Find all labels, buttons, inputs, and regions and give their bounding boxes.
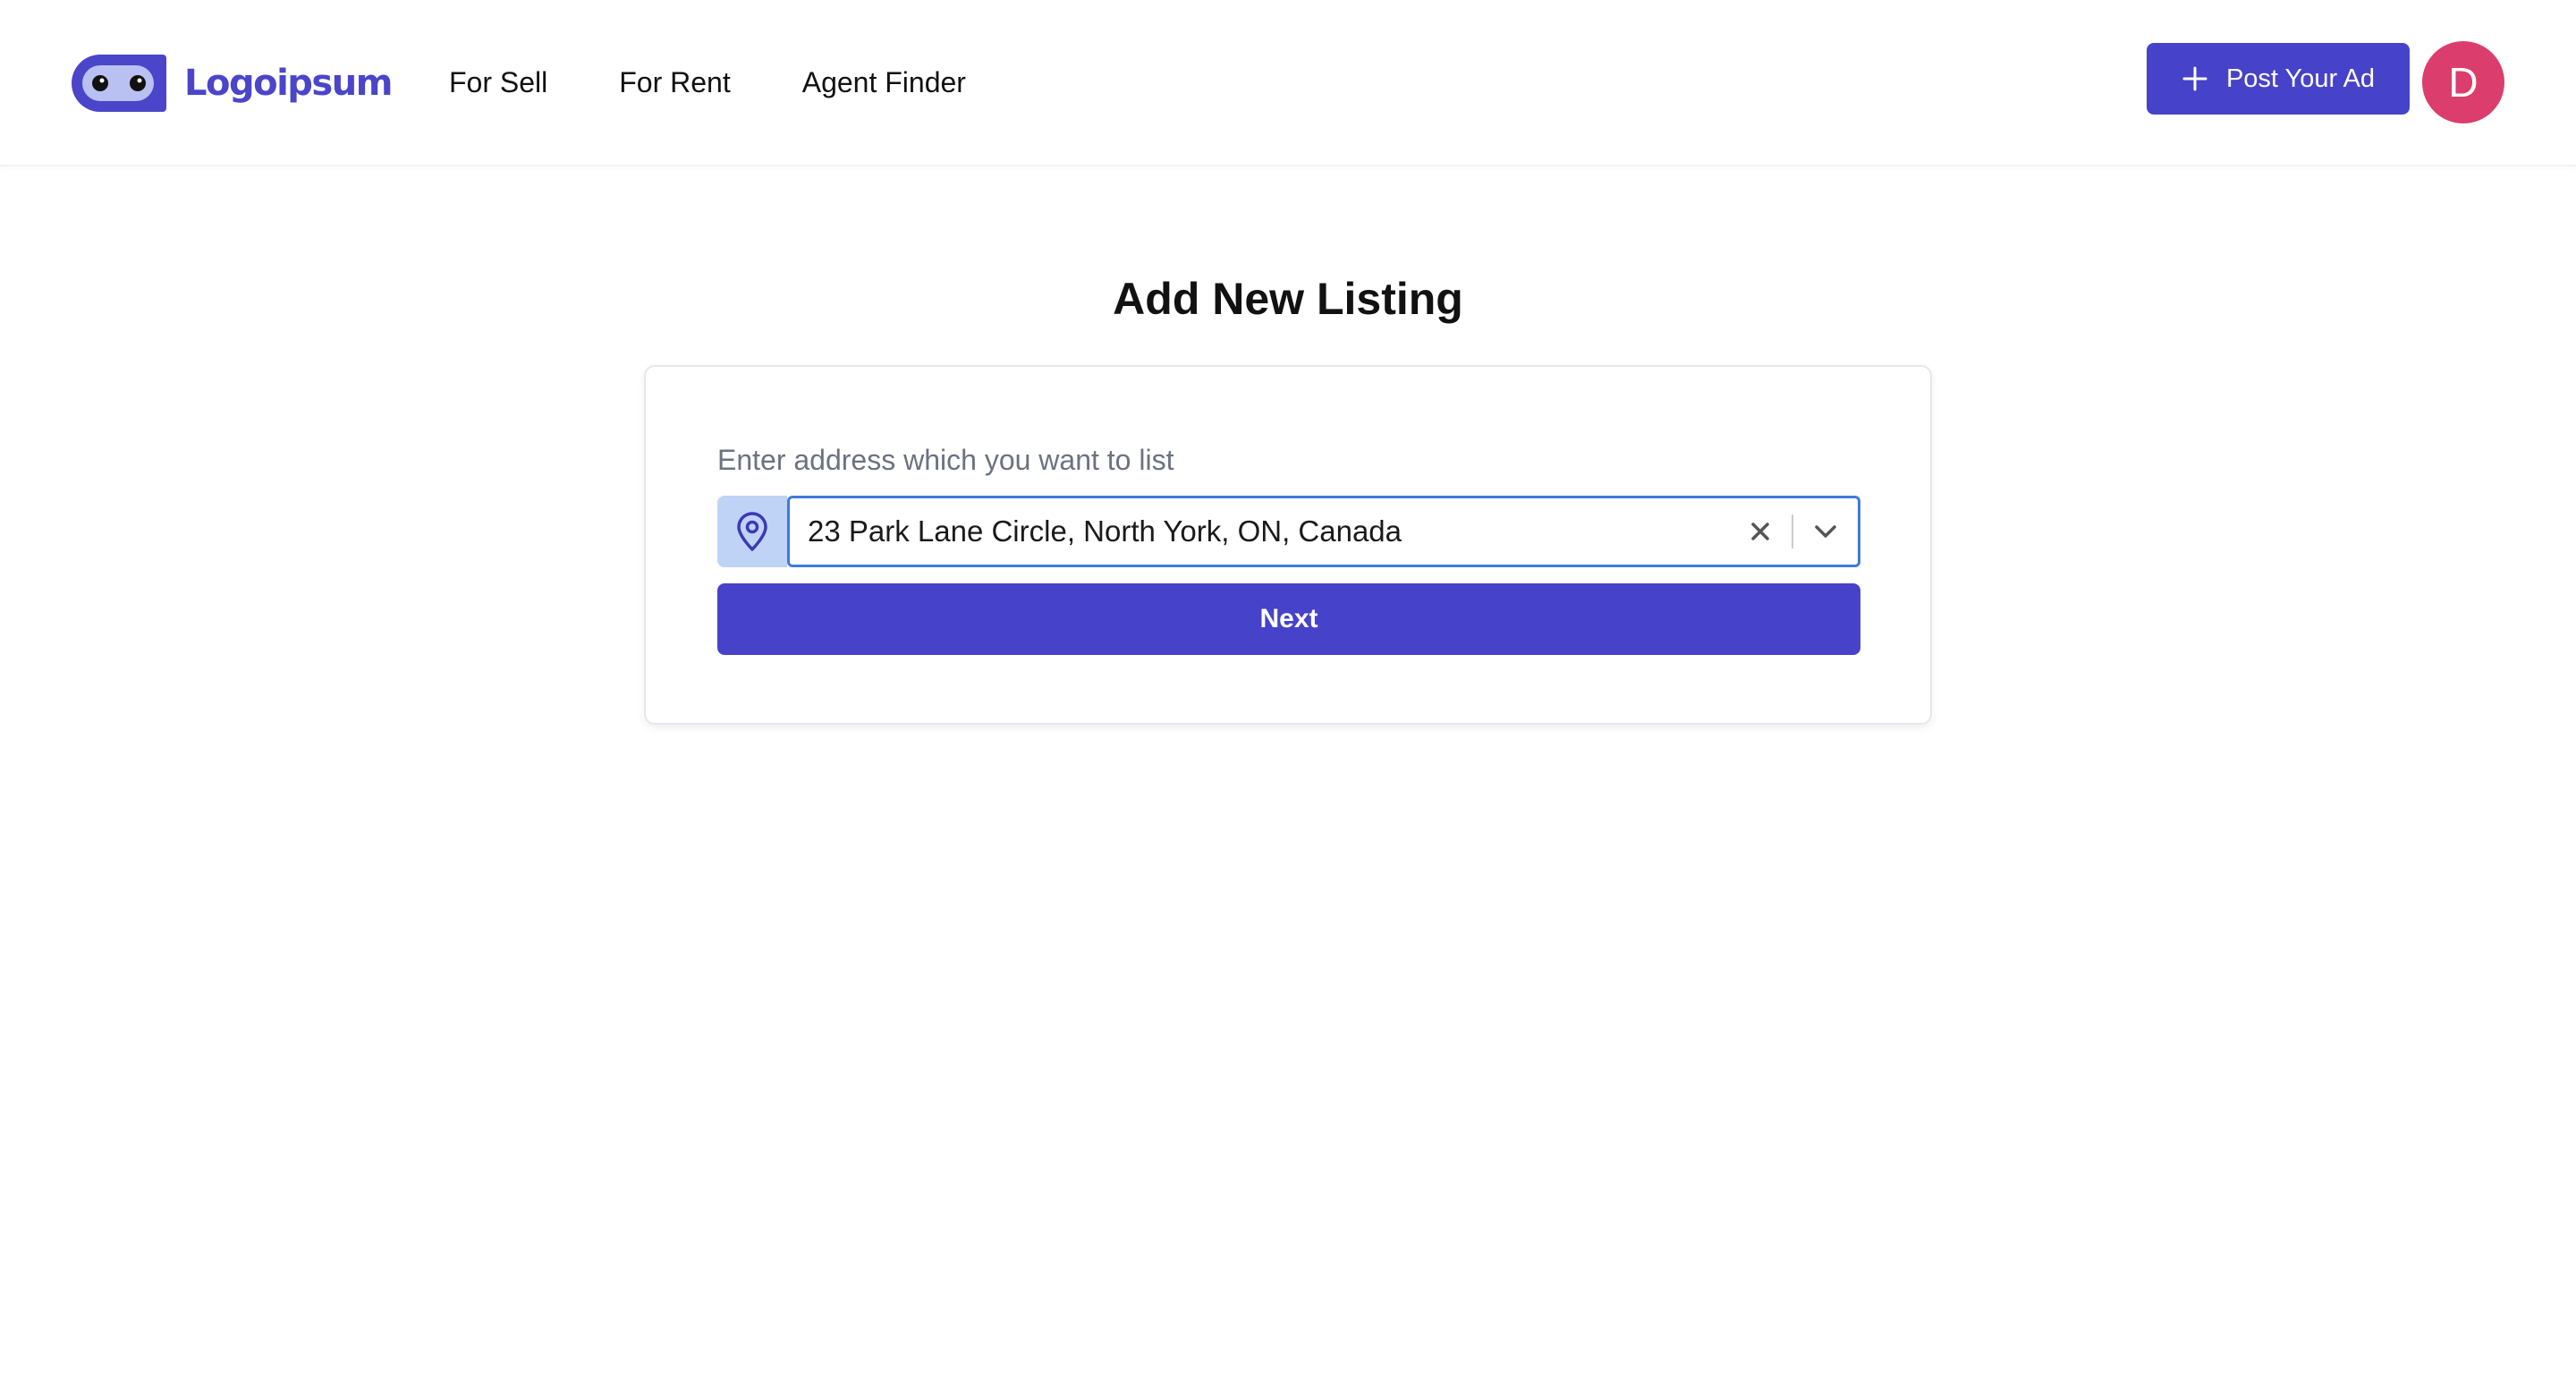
logo[interactable]: Logoipsum [70, 52, 393, 115]
post-your-ad-label: Post Your Ad [2225, 64, 2376, 93]
page-title: Add New Listing [1113, 274, 1463, 324]
avatar-initial: D [2448, 59, 2479, 106]
nav-link-for-rent[interactable]: For Rent [619, 63, 730, 102]
plus-icon [2182, 66, 2207, 91]
address-field-label: Enter address which you want to list [717, 444, 1174, 476]
post-your-ad-button[interactable]: Post Your Ad [2147, 43, 2410, 115]
next-button[interactable]: Next [717, 583, 1860, 655]
nav-link-for-sell[interactable]: For Sell [449, 63, 547, 102]
address-input-addon [717, 496, 787, 567]
logo-mark-icon [72, 55, 166, 112]
listing-form-card: Enter address which you want to list 23 … [644, 365, 1932, 725]
clear-address-button[interactable] [1729, 498, 1792, 565]
address-select-value[interactable]: 23 Park Lane Circle, North York, ON, Can… [790, 514, 1729, 548]
top-navbar: Logoipsum For Sell For Rent Agent Finder… [0, 0, 2576, 166]
close-icon [1751, 523, 1769, 540]
address-input-group: 23 Park Lane Circle, North York, ON, Can… [717, 496, 1860, 567]
chevron-down-icon [1815, 525, 1836, 538]
nav-link-agent-finder[interactable]: Agent Finder [802, 63, 966, 102]
user-avatar[interactable]: D [2422, 41, 2504, 123]
main-nav: For Sell For Rent Agent Finder [449, 63, 966, 102]
address-select[interactable]: 23 Park Lane Circle, North York, ON, Can… [787, 496, 1860, 567]
location-pin-icon [737, 512, 767, 551]
logo-text: Logoipsum [184, 63, 393, 104]
address-dropdown-toggle[interactable] [1793, 498, 1858, 565]
